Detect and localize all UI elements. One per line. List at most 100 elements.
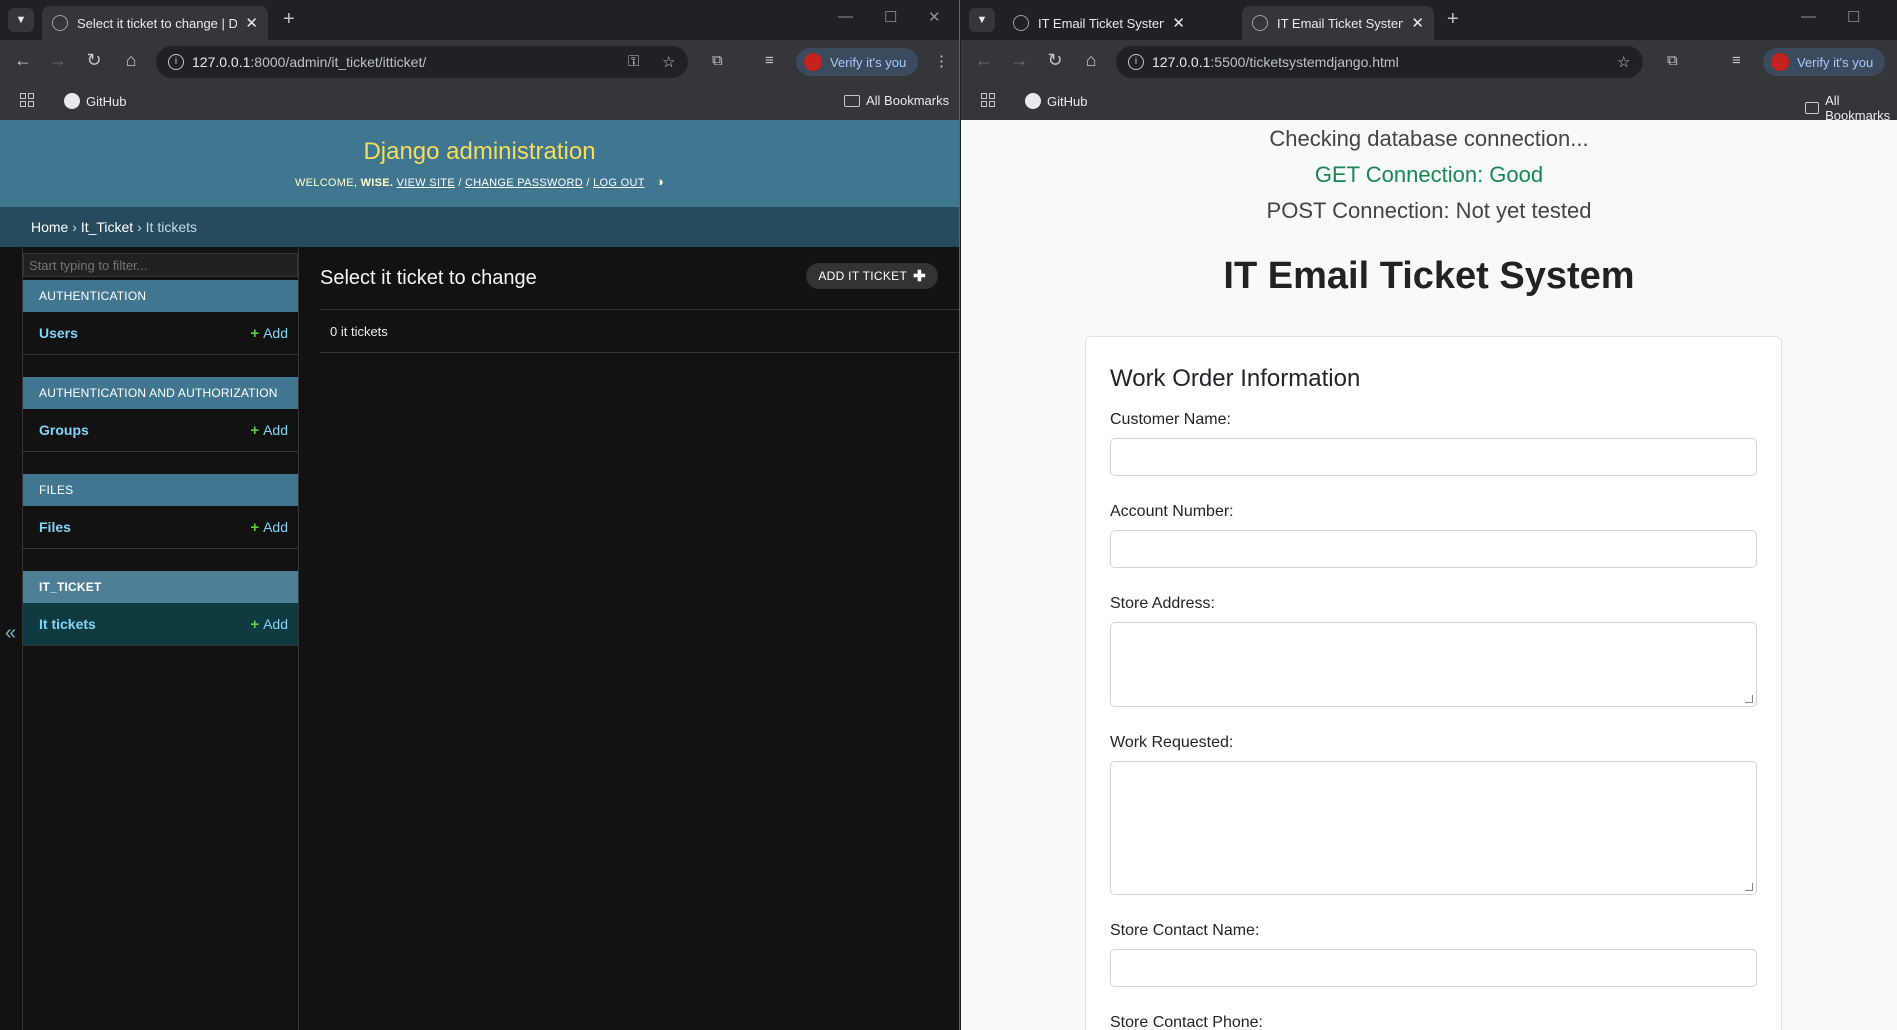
apps-button[interactable] xyxy=(981,93,999,107)
forward-button[interactable]: → xyxy=(1007,50,1031,71)
profile-avatar xyxy=(804,53,822,71)
site-brand[interactable]: Django administration xyxy=(0,138,959,166)
close-tab-icon[interactable]: ✕ xyxy=(1411,14,1424,32)
customer-name-input[interactable] xyxy=(1110,438,1757,476)
new-tab-button[interactable]: + xyxy=(1447,8,1459,31)
add-label: Add xyxy=(263,615,288,632)
minimize-button[interactable]: — xyxy=(1801,8,1816,25)
globe-icon xyxy=(52,15,68,31)
tab-django-admin[interactable]: Select it ticket to change | Django site… xyxy=(42,6,268,40)
bookmark-github[interactable]: GitHub xyxy=(1025,93,1087,109)
extensions-icon[interactable]: ⧉ xyxy=(712,52,723,69)
status-post: POST Connection: Not yet tested xyxy=(1266,198,1592,223)
account-number-label: Account Number: xyxy=(1110,503,1234,520)
reload-button[interactable]: ↻ xyxy=(1043,50,1067,71)
close-window-button[interactable]: ✕ xyxy=(928,8,941,26)
tab-ticket-system-1[interactable]: IT Email Ticket System ✕ xyxy=(1003,6,1195,40)
profile-verify-button[interactable]: Verify it's you xyxy=(796,48,919,76)
collapse-icon: « xyxy=(5,622,17,644)
tab-search-button[interactable]: ▼ xyxy=(8,8,34,32)
view-site-link[interactable]: VIEW SITE xyxy=(397,177,455,189)
maximize-button[interactable]: ☐ xyxy=(884,8,897,26)
module-caption[interactable]: AUTHENTICATION AND AUTHORIZATION xyxy=(23,377,298,409)
verify-label: Verify it's you xyxy=(830,54,907,70)
add-label: Add xyxy=(263,518,288,535)
back-button[interactable]: ← xyxy=(11,50,35,71)
apps-button[interactable] xyxy=(20,93,38,107)
reading-list-icon[interactable]: ≡ xyxy=(765,52,774,69)
site-info-icon[interactable]: i xyxy=(168,54,184,70)
module-caption[interactable]: FILES xyxy=(23,474,298,506)
store-contact-name-label: Store Contact Name: xyxy=(1110,922,1260,939)
add-groups-link[interactable]: + Add xyxy=(250,422,288,439)
new-tab-button[interactable]: + xyxy=(283,8,295,31)
theme-toggle-icon[interactable]: ◑ xyxy=(656,174,664,189)
store-address-label: Store Address: xyxy=(1110,595,1215,612)
plus-icon: + xyxy=(250,615,260,633)
model-link-it-tickets[interactable]: It tickets xyxy=(39,616,96,632)
key-icon[interactable]: ⚿ xyxy=(628,53,639,70)
apps-icon xyxy=(20,93,34,107)
separator: / xyxy=(586,177,590,189)
profile-verify-button[interactable]: Verify it's you xyxy=(1763,48,1886,76)
account-number-input[interactable] xyxy=(1110,530,1757,568)
plus-icon: + xyxy=(250,421,260,439)
breadcrumb-home[interactable]: Home xyxy=(31,219,68,235)
forward-button[interactable]: → xyxy=(46,50,70,71)
module-authentication: AUTHENTICATION Users + Add xyxy=(23,280,298,355)
separator: / xyxy=(458,177,462,189)
extensions-icon[interactable]: ⧉ xyxy=(1667,52,1678,69)
module-caption[interactable]: AUTHENTICATION xyxy=(23,280,298,312)
change-password-link[interactable]: CHANGE PASSWORD xyxy=(465,177,583,189)
url-host: 127.0.0.1 xyxy=(1152,54,1211,70)
store-address-textarea[interactable] xyxy=(1110,622,1757,707)
tab-ticket-system-2[interactable]: IT Email Ticket System ✕ xyxy=(1242,6,1434,40)
add-it-tickets-link[interactable]: + Add xyxy=(250,616,288,633)
minimize-button[interactable]: — xyxy=(838,8,853,25)
bookmark-label: GitHub xyxy=(1047,93,1088,109)
breadcrumb-app[interactable]: It_Ticket xyxy=(81,219,133,235)
add-files-link[interactable]: + Add xyxy=(250,519,288,536)
github-icon xyxy=(1025,93,1041,109)
status-checking: Checking database connection... xyxy=(1269,126,1589,151)
right-browser-window: ▼ IT Email Ticket System ✕ IT Email Tick… xyxy=(961,0,1897,1030)
add-it-ticket-button[interactable]: ADD IT TICKET ✚ xyxy=(806,263,938,289)
model-link-users[interactable]: Users xyxy=(39,325,78,341)
browser-chrome: ▼ IT Email Ticket System ✕ IT Email Tick… xyxy=(961,0,1897,123)
maximize-button[interactable]: ☐ xyxy=(1847,8,1860,26)
status-get: GET Connection: Good xyxy=(1314,162,1544,187)
bookmark-label: GitHub xyxy=(86,93,127,109)
module-caption[interactable]: IT_TICKET xyxy=(23,571,298,603)
react-icon xyxy=(1013,15,1029,31)
bookmark-github[interactable]: GitHub xyxy=(64,93,126,109)
reload-button[interactable]: ↻ xyxy=(82,50,106,71)
tab-search-button[interactable]: ▼ xyxy=(969,8,995,32)
model-link-files[interactable]: Files xyxy=(39,519,71,535)
model-row-it-tickets: It tickets + Add xyxy=(23,603,298,646)
nav-filter-input[interactable] xyxy=(23,253,298,277)
bookmark-star-icon[interactable]: ☆ xyxy=(1617,53,1630,71)
store-contact-name-input[interactable] xyxy=(1110,949,1757,987)
home-button[interactable]: ⌂ xyxy=(119,50,143,71)
reading-list-icon[interactable]: ≡ xyxy=(1732,52,1741,69)
tab-title: Select it ticket to change | Django site… xyxy=(77,15,238,31)
close-tab-icon[interactable]: ✕ xyxy=(245,14,258,32)
log-out-link[interactable]: LOG OUT xyxy=(593,177,644,189)
all-bookmarks-button[interactable]: All Bookmarks xyxy=(1805,93,1897,123)
add-users-link[interactable]: + Add xyxy=(250,325,288,342)
site-info-icon[interactable]: i xyxy=(1128,54,1144,70)
menu-icon[interactable]: ⋮ xyxy=(934,52,949,70)
left-browser-window: ▼ Select it ticket to change | Django si… xyxy=(0,0,960,1030)
back-button[interactable]: ← xyxy=(972,50,996,71)
address-bar[interactable]: i 127.0.0.1:8000/admin/it_ticket/itticke… xyxy=(156,46,688,78)
nav-sidebar-toggle[interactable]: « xyxy=(0,247,23,1030)
bookmark-star-icon[interactable]: ☆ xyxy=(662,53,675,71)
model-link-groups[interactable]: Groups xyxy=(39,422,89,438)
card-title: Work Order Information xyxy=(1110,365,1361,392)
work-requested-textarea[interactable] xyxy=(1110,761,1757,895)
all-bookmarks-button[interactable]: All Bookmarks xyxy=(844,93,949,108)
address-bar[interactable]: i 127.0.0.1:5500/ticketsystemdjango.html… xyxy=(1116,46,1643,78)
home-button[interactable]: ⌂ xyxy=(1079,50,1103,71)
model-row-files: Files + Add xyxy=(23,506,298,549)
close-tab-icon[interactable]: ✕ xyxy=(1172,14,1185,32)
